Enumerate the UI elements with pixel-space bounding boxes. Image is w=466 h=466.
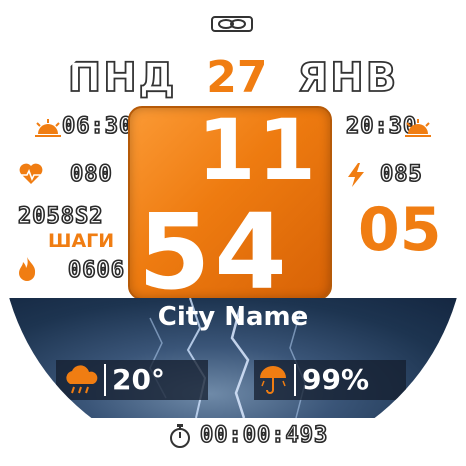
heart-icon xyxy=(19,163,43,184)
minutes-digits: 54 xyxy=(138,191,291,313)
date-line: ПНД 27 ЯНВ xyxy=(0,52,466,103)
flame-icon xyxy=(19,257,36,281)
rain-cloud-icon xyxy=(66,365,98,394)
stopwatch-value[interactable]: 00:00:493 xyxy=(199,422,328,449)
battery-value: 085 xyxy=(379,161,423,188)
time-box: 11 54 xyxy=(128,101,332,304)
precipitation-value: 99% xyxy=(302,363,370,396)
steps-label: ШАГИ xyxy=(48,230,115,252)
watch-face: ПНД 27 ЯНВ 06:30 20:30 080 085 2058S2 ША… xyxy=(0,0,466,466)
heart-rate-value: 080 xyxy=(69,161,113,188)
steps-value: 2058S2 xyxy=(17,203,104,230)
city-name: City Name xyxy=(157,302,309,332)
temperature-value: 20° xyxy=(112,363,165,396)
seconds-digits: 05 xyxy=(358,195,442,265)
sunset-icon xyxy=(405,119,431,137)
day-number: 27 xyxy=(206,52,268,103)
calories-value: 0606 xyxy=(67,257,125,284)
logo-icon xyxy=(211,16,253,32)
month-label: ЯНВ xyxy=(297,54,399,102)
precipitation-divider xyxy=(294,364,296,396)
temperature-divider xyxy=(104,364,106,396)
stopwatch-icon[interactable] xyxy=(168,423,192,449)
sunrise-icon xyxy=(35,119,61,137)
umbrella-icon xyxy=(260,366,286,394)
weekday-label: ПНД xyxy=(67,54,177,102)
hours-digits: 11 xyxy=(197,101,318,199)
sunrise-time: 06:30 xyxy=(61,113,134,140)
lightning-icon xyxy=(348,163,364,187)
